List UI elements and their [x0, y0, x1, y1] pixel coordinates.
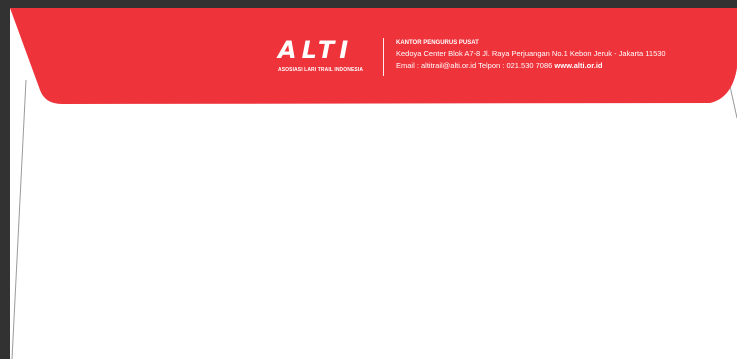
office-title: KANTOR PENGURUS PUSAT	[396, 40, 479, 46]
logo-tagline: ASOSIASI LARI TRAIL INDONESIA	[278, 67, 364, 73]
office-contact: Email : altitrail@alti.or.id Telpon : 02…	[396, 61, 553, 70]
office-address-block: KANTOR PENGURUS PUSAT Kedoya Center Blok…	[396, 36, 666, 72]
letterhead: ALTI ASOSIASI LARI TRAIL INDONESIA KANTO…	[278, 36, 718, 76]
office-address: Kedoya Center Blok A7-8 Jl. Raya Perjuan…	[396, 49, 666, 58]
alti-logo: ALTI ASOSIASI LARI TRAIL INDONESIA	[278, 36, 373, 74]
logo-divider	[383, 38, 384, 76]
website-link: www.alti.or.id	[554, 61, 603, 70]
envelope-sheet: ALTI ASOSIASI LARI TRAIL INDONESIA KANTO…	[10, 8, 737, 359]
office-contact-line: Email : altitrail@alti.or.id Telpon : 02…	[396, 60, 666, 72]
logo-wordmark: ALTI	[278, 36, 354, 64]
